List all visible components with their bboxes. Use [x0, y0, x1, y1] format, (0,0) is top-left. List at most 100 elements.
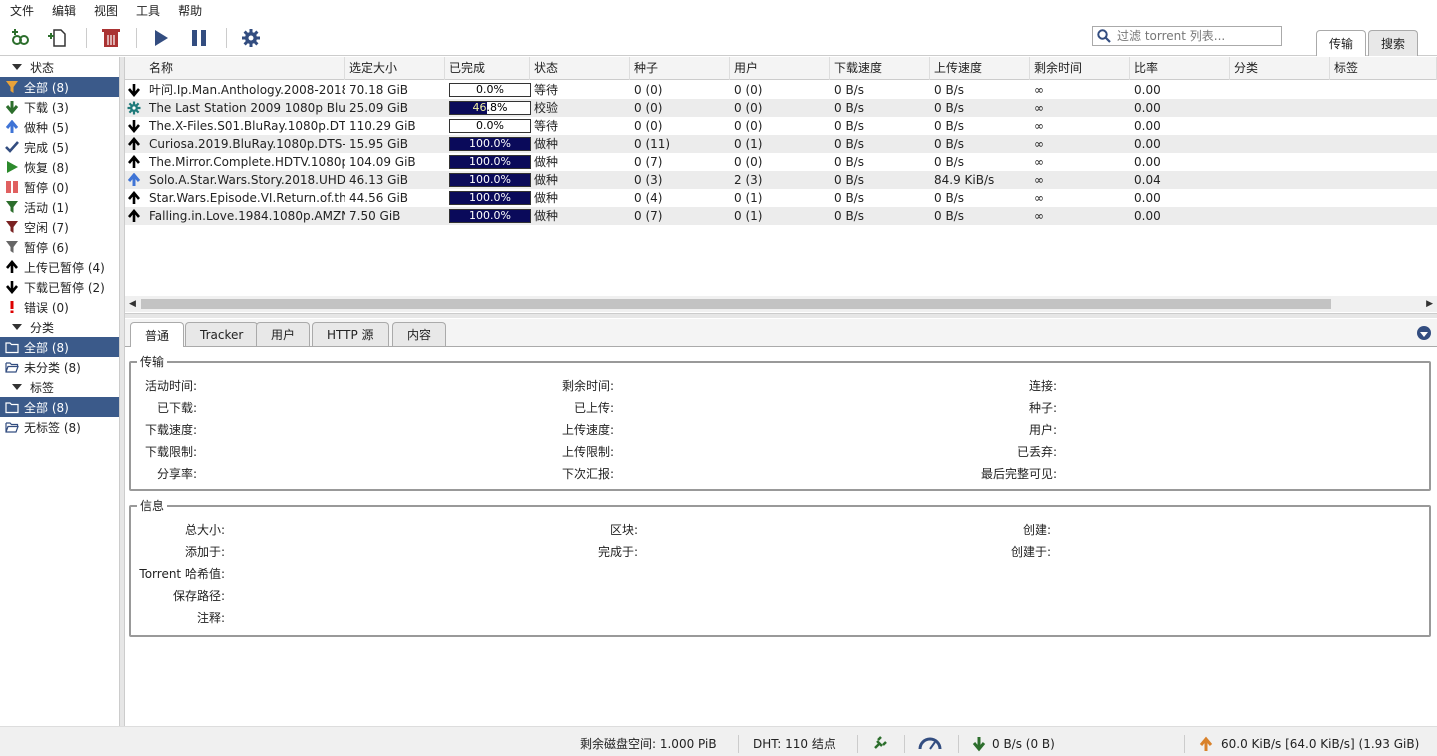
add-torrent-link-icon[interactable]	[8, 26, 34, 50]
tab-search[interactable]: 搜索	[1368, 30, 1419, 56]
col-dl-speed-header[interactable]: 下载速度	[830, 57, 930, 80]
torrent-dl-speed: 0 B/s	[834, 209, 864, 223]
progress-text: 100.0%	[469, 137, 511, 150]
filter-orange-icon	[4, 79, 20, 95]
torrent-list: 名称 选定大小 已完成 状态 种子 用户 下载速度 上传速度 剩余时间 比率 分类 标签 叶问.Ip.…	[125, 57, 1437, 313]
torrent-ratio: 0.00	[1134, 83, 1161, 97]
torrent-size: 7.50 GiB	[349, 209, 401, 223]
torrent-row[interactable]: The.X-Files.S01.BluRay.1080p.DT... 110.29…	[125, 117, 1437, 135]
delete-icon[interactable]	[98, 26, 124, 50]
tab-transfers[interactable]: 传输	[1316, 30, 1367, 56]
category-section-header[interactable]: 分类	[0, 317, 119, 337]
info-field-label: 完成于:	[597, 545, 638, 559]
torrent-eta: ∞	[1034, 209, 1044, 223]
tag-filter-item[interactable]: 无标签 (8)	[0, 417, 119, 437]
arrow-down-black-icon	[127, 118, 141, 134]
category-filter-item[interactable]: 未分类 (8)	[0, 357, 119, 377]
collapse-panel-icon[interactable]	[1417, 326, 1431, 340]
tab-content[interactable]: 内容	[392, 322, 447, 346]
col-ul-speed-header[interactable]: 上传速度	[930, 57, 1030, 80]
progress-text: 100.0%	[469, 191, 511, 204]
menu-tools[interactable]: 工具	[136, 2, 160, 19]
torrent-name: Solo.A.Star.Wars.Story.2018.UHD...	[149, 173, 345, 187]
scroll-left-icon[interactable]: ◀	[129, 299, 136, 309]
col-category-header[interactable]: 分类	[1230, 57, 1330, 80]
torrent-peers: 0 (1)	[734, 209, 763, 223]
collapse-triangle-icon[interactable]	[12, 384, 22, 390]
tab-tracker[interactable]: Tracker	[185, 322, 259, 346]
search-input[interactable]	[1117, 29, 1277, 43]
col-progress-header[interactable]: 已完成	[445, 57, 530, 80]
col-tags-header[interactable]: 标签	[1330, 57, 1437, 80]
collapse-triangle-icon[interactable]	[12, 324, 22, 330]
status-filter-item[interactable]: 错误 (0)	[0, 297, 119, 317]
status-filter-item[interactable]: 全部 (8)	[0, 77, 119, 97]
torrent-peers: 0 (1)	[734, 137, 763, 151]
panel-splitter[interactable]	[125, 313, 1437, 318]
arrow-down-green-icon	[4, 99, 20, 115]
tab-peers[interactable]: 用户	[256, 322, 311, 346]
progress-text: 0.0%	[476, 119, 504, 132]
section-header-label: 标签	[30, 380, 55, 395]
torrent-row[interactable]: 叶问.Ip.Man.Anthology.2008-2018.... 70.18 G…	[125, 81, 1437, 99]
status-filter-item[interactable]: 下载已暂停 (2)	[0, 277, 119, 297]
menu-view[interactable]: 视图	[94, 2, 118, 19]
status-filter-item[interactable]: 恢复 (8)	[0, 157, 119, 177]
torrent-row[interactable]: The Last Station 2009 1080p Blu-r... 25.0…	[125, 99, 1437, 117]
torrent-seeds: 0 (0)	[634, 101, 663, 115]
status-filter-item[interactable]: 完成 (5)	[0, 137, 119, 157]
tag-section-header[interactable]: 标签	[0, 377, 119, 397]
menu-help[interactable]: 帮助	[178, 2, 202, 19]
torrent-dl-speed: 0 B/s	[834, 101, 864, 115]
status-filter-item-label: 下载 (3)	[24, 100, 69, 115]
scroll-thumb[interactable]	[141, 299, 1331, 309]
torrent-eta: ∞	[1034, 119, 1044, 133]
settings-gear-icon[interactable]	[238, 26, 264, 50]
col-size-header[interactable]: 选定大小	[345, 57, 445, 80]
torrent-size: 46.13 GiB	[349, 173, 409, 187]
status-filter-item[interactable]: 做种 (5)	[0, 117, 119, 137]
status-filter-item[interactable]: 活动 (1)	[0, 197, 119, 217]
torrent-seeds: 0 (7)	[634, 155, 663, 169]
col-ratio-header[interactable]: 比率	[1130, 57, 1230, 80]
pause-red-icon	[4, 179, 20, 195]
torrent-row[interactable]: Curiosa.2019.BluRay.1080p.DTS-... 15.95 G…	[125, 135, 1437, 153]
info-field-label: 总大小:	[184, 523, 225, 537]
torrent-ratio: 0.04	[1134, 173, 1161, 187]
col-name-header[interactable]: 名称	[145, 57, 345, 80]
connection-status-icon[interactable]	[872, 735, 888, 751]
resume-icon[interactable]	[148, 26, 174, 50]
menu-file[interactable]: 文件	[10, 2, 34, 19]
torrent-row[interactable]: Solo.A.Star.Wars.Story.2018.UHD... 46.13 …	[125, 171, 1437, 189]
status-filter-item[interactable]: 上传已暂停 (4)	[0, 257, 119, 277]
col-eta-header[interactable]: 剩余时间	[1030, 57, 1130, 80]
tab-general[interactable]: 普通	[130, 322, 185, 347]
torrent-dl-speed: 0 B/s	[834, 83, 864, 97]
menu-edit[interactable]: 编辑	[52, 2, 76, 19]
status-filter-item[interactable]: 下载 (3)	[0, 97, 119, 117]
progress-bar: 100.0%	[449, 137, 531, 151]
col-status-header[interactable]: 状态	[530, 57, 630, 80]
speed-limit-icon[interactable]	[918, 735, 942, 751]
tag-filter-item[interactable]: 全部 (8)	[0, 397, 119, 417]
torrent-row[interactable]: Star.Wars.Episode.VI.Return.of.th... 44.5…	[125, 189, 1437, 207]
scroll-right-icon[interactable]: ▶	[1426, 299, 1433, 309]
torrent-row[interactable]: Falling.in.Love.1984.1080p.AMZN... 7.50 G…	[125, 207, 1437, 225]
status-section-header[interactable]: 状态	[0, 57, 119, 77]
status-filter-item[interactable]: 暂停 (0)	[0, 177, 119, 197]
col-seeds-header[interactable]: 种子	[630, 57, 730, 80]
category-filter-item[interactable]: 全部 (8)	[0, 337, 119, 357]
info-field-label: 区块:	[609, 523, 638, 537]
search-box[interactable]	[1092, 26, 1282, 46]
torrent-row[interactable]: The.Mirror.Complete.HDTV.1080p... 104.09 …	[125, 153, 1437, 171]
torrent-status: 做种	[534, 209, 559, 223]
collapse-triangle-icon[interactable]	[12, 64, 22, 70]
status-filter-item[interactable]: 暂停 (6)	[0, 237, 119, 257]
horizontal-scrollbar[interactable]: ◀ ▶	[125, 296, 1437, 312]
status-filter-item[interactable]: 空闲 (7)	[0, 217, 119, 237]
transfer-group: 传输	[129, 353, 1431, 491]
pause-icon[interactable]	[186, 26, 212, 50]
tab-http-sources[interactable]: HTTP 源	[312, 322, 389, 346]
col-peers-header[interactable]: 用户	[730, 57, 830, 80]
add-torrent-file-icon[interactable]	[46, 26, 72, 50]
